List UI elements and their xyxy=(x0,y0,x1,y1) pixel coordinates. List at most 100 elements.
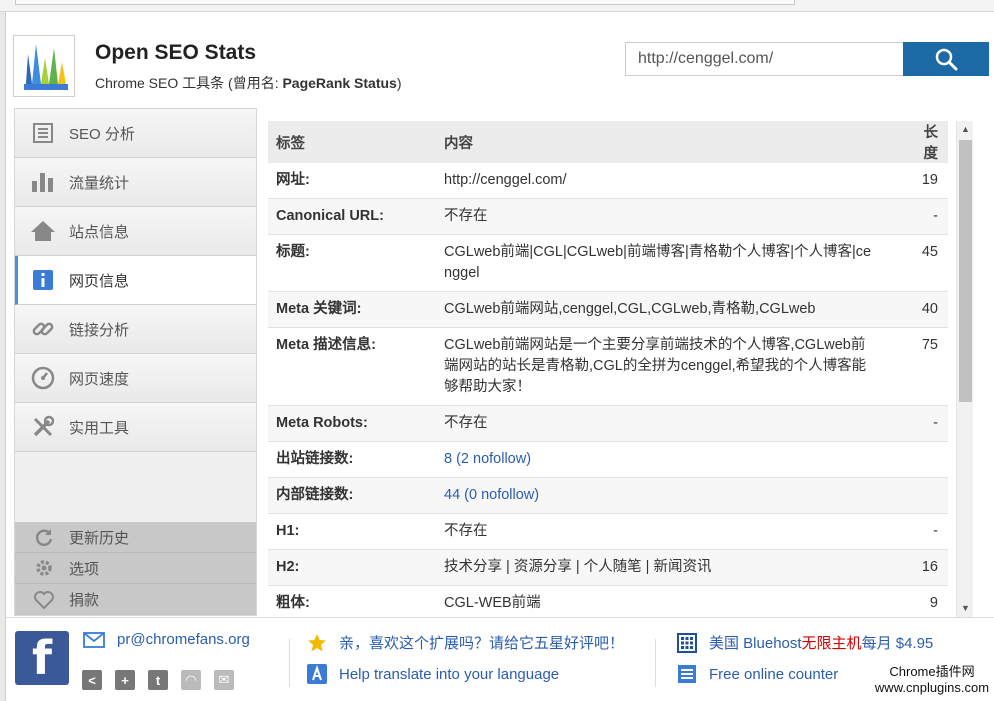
row-length: - xyxy=(902,513,948,550)
bluehost-highlight: 无限主机 xyxy=(801,635,862,652)
footer-divider xyxy=(655,639,656,687)
row-value: 不存在 xyxy=(436,513,902,550)
sidebar-item-label: SEO 分析 xyxy=(69,125,135,143)
row-value: CGLweb前端|CGL|CGLweb|前端博客|青格勒个人博客|个人博客|ce… xyxy=(436,234,902,292)
row-label: 标题: xyxy=(268,234,436,292)
star-icon xyxy=(307,633,327,653)
plus-icon[interactable]: + xyxy=(115,670,135,690)
app-title: Open SEO Stats xyxy=(95,41,257,64)
mail-icon[interactable]: ✉ xyxy=(214,670,234,690)
rate-text: 亲，喜欢这个扩展吗？请给它五星好评吧！ xyxy=(339,635,625,652)
translate-link[interactable]: Help translate into your language xyxy=(307,664,559,684)
row-value-link[interactable]: 8 (2 nofollow) xyxy=(436,441,902,478)
table-header-row: 标签 内容 长度 xyxy=(268,121,948,163)
counter-text: Free online counter xyxy=(709,665,839,683)
browser-tab-edge xyxy=(15,0,795,5)
footer: f pr@chromefans.org < + t ◠ ✉ 亲，喜欢这个扩展吗？… xyxy=(6,617,994,701)
page-info-table-container: 标签 内容 长度 网址: http://cenggel.com/19 Canonic… xyxy=(268,121,948,617)
sidebar-item-traffic-stats[interactable]: 流量统计 xyxy=(15,158,256,207)
row-label: H1: xyxy=(268,513,436,550)
row-label: Meta Robots: xyxy=(268,405,436,442)
table-row: 网址: http://cenggel.com/19 xyxy=(268,163,948,199)
search-icon xyxy=(935,48,958,71)
heart-icon xyxy=(33,589,55,611)
speedometer-icon xyxy=(29,364,57,392)
bluehost-link[interactable]: 美国 Bluehost 无限主机 每月 $4.95 xyxy=(677,632,933,653)
sidebar-item-options[interactable]: 选项 xyxy=(15,553,256,584)
scroll-thumb[interactable] xyxy=(959,140,972,402)
row-length xyxy=(902,477,948,514)
subtitle-bold: PageRank Status xyxy=(282,75,397,91)
row-length: 19 xyxy=(902,163,948,199)
row-label: 内部链接数: xyxy=(268,477,436,514)
page-info-table: 标签 内容 长度 网址: http://cenggel.com/19 Canonic… xyxy=(268,121,948,617)
row-length: 45 xyxy=(902,234,948,292)
column-header-length: 长度 xyxy=(902,121,948,163)
refresh-icon xyxy=(33,526,55,548)
row-length: - xyxy=(902,405,948,442)
table-row: H1: 不存在 - xyxy=(268,513,948,550)
table-row: 内部链接数: 44 (0 nofollow) xyxy=(268,477,948,514)
vertical-scrollbar[interactable]: ▲ ▼ xyxy=(956,121,973,617)
sidebar-item-history[interactable]: 更新历史 xyxy=(15,522,256,553)
email-text: pr@chromefans.org xyxy=(117,631,250,648)
list-icon xyxy=(29,119,57,147)
sidebar-item-tools[interactable]: 实用工具 xyxy=(15,403,256,452)
table-row: Canonical URL: 不存在 - xyxy=(268,198,948,235)
sidebar-item-seo-analysis[interactable]: SEO 分析 xyxy=(15,109,256,158)
share-buttons: < + t ◠ ✉ xyxy=(82,670,234,690)
browser-top-strip xyxy=(0,0,994,12)
sidebar-item-page-info[interactable]: 网页信息 xyxy=(15,256,256,305)
tools-icon xyxy=(29,413,57,441)
table-row: Meta Robots: 不存在 - xyxy=(268,405,948,442)
row-label: Meta 描述信息: xyxy=(268,327,436,406)
row-label: Meta 关键词: xyxy=(268,291,436,328)
watermark-line2: www.cnplugins.com xyxy=(874,680,990,695)
table-row: 出站链接数: 8 (2 nofollow) xyxy=(268,441,948,478)
search-button[interactable] xyxy=(903,42,989,76)
app-subtitle: Chrome SEO 工具条 (曾用名: PageRank Status) xyxy=(95,73,402,93)
extension-popup: Open SEO Stats Chrome SEO 工具条 (曾用名: Page… xyxy=(6,12,994,701)
sidebar-item-label: 站点信息 xyxy=(69,223,130,241)
row-length: 9 xyxy=(902,585,948,617)
tumblr-icon[interactable]: t xyxy=(148,670,168,690)
table-row: Meta 关键词: CGLweb前端网站,cenggel,CGL,CGLweb,青… xyxy=(268,291,948,328)
sidebar-item-link-analysis[interactable]: 链接分析 xyxy=(15,305,256,354)
translate-text: Help translate into your language xyxy=(339,665,560,683)
counter-link[interactable]: Free online counter xyxy=(677,664,838,684)
column-header-label: 标签 xyxy=(268,121,436,163)
sidebar-item-site-info[interactable]: 站点信息 xyxy=(15,207,256,256)
server-icon xyxy=(677,632,697,653)
row-length: 40 xyxy=(902,291,948,328)
search-input[interactable] xyxy=(625,42,904,76)
subtitle-suffix: ) xyxy=(396,75,402,91)
sidebar-item-label: 实用工具 xyxy=(69,419,130,437)
rate-link[interactable]: 亲，喜欢这个扩展吗？请给它五星好评吧！ xyxy=(307,632,624,653)
row-length: 75 xyxy=(902,327,948,406)
scroll-up-arrow-icon[interactable]: ▲ xyxy=(957,121,974,138)
row-length: - xyxy=(902,198,948,235)
rss-icon[interactable]: ◠ xyxy=(181,670,201,690)
email-link[interactable]: pr@chromefans.org xyxy=(83,631,250,648)
home-icon xyxy=(29,217,57,245)
share-icon[interactable]: < xyxy=(82,670,102,690)
watermark-line1: Chrome插件网 xyxy=(889,664,975,679)
sidebar-item-label: 更新历史 xyxy=(69,529,130,547)
facebook-icon[interactable]: f xyxy=(15,631,69,685)
sidebar-item-label: 网页速度 xyxy=(69,370,130,388)
row-label: H2: xyxy=(268,549,436,586)
sidebar-item-label: 网页信息 xyxy=(69,272,130,290)
row-value-link[interactable]: 44 (0 nofollow) xyxy=(436,477,902,514)
gear-icon xyxy=(33,557,55,579)
sidebar-item-page-speed[interactable]: 网页速度 xyxy=(15,354,256,403)
scroll-down-arrow-icon[interactable]: ▼ xyxy=(957,600,974,617)
sidebar-item-donate[interactable]: 捐款 xyxy=(15,584,256,615)
table-row: 粗体: CGL-WEB前端 9 xyxy=(268,585,948,617)
link-icon xyxy=(29,315,57,343)
subtitle-prefix: Chrome SEO 工具条 (曾用名: xyxy=(95,75,283,91)
row-value: CGLweb前端网站,cenggel,CGL,CGLweb,青格勒,CGLweb xyxy=(436,291,902,328)
row-label: Canonical URL: xyxy=(268,198,436,235)
table-row: Meta 描述信息: CGLweb前端网站是一个主要分享前端技术的个人博客,CGL… xyxy=(268,327,948,406)
column-header-content: 内容 xyxy=(436,121,902,163)
sidebar-item-label: 流量统计 xyxy=(69,174,130,192)
